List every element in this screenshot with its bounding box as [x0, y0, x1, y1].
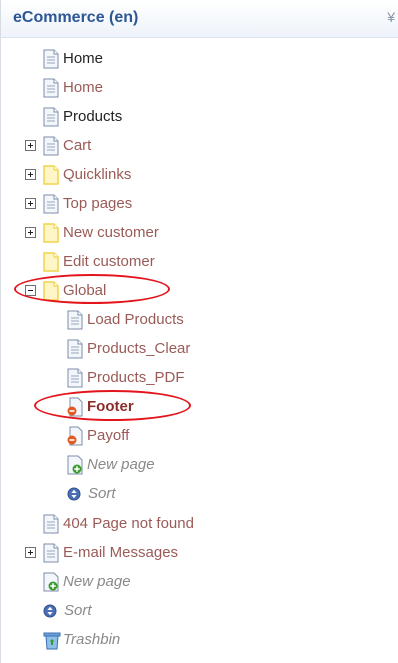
page-icon: [43, 514, 59, 534]
tree-item[interactable]: Payoff: [67, 423, 129, 449]
tree-item-label: Home: [63, 50, 104, 67]
tree-item[interactable]: Top pages: [43, 191, 132, 217]
tree-item-label: 404 Page not found: [63, 515, 194, 532]
expand-toggle-icon[interactable]: [25, 198, 36, 209]
folder-page-icon: [43, 165, 59, 185]
expand-toggle-icon[interactable]: [25, 169, 36, 180]
page-icon: [43, 49, 59, 69]
tree-item-label: Top pages: [63, 195, 133, 212]
page-icon: [43, 136, 59, 156]
tree-item-label: Load Products: [87, 311, 184, 328]
folder-page-icon: [43, 223, 59, 243]
sort-icon: [43, 604, 57, 618]
tree-item[interactable]: Sort: [67, 481, 116, 507]
highlight-ellipse-global: [14, 274, 170, 304]
tree-item-label: Products_PDF: [87, 369, 185, 386]
trashbin-icon: [43, 630, 61, 650]
error-page-icon: [67, 426, 83, 446]
tree-item-label: Edit customer: [63, 253, 155, 270]
tree-item-label: New customer: [63, 224, 159, 241]
tree-item[interactable]: New page: [67, 452, 155, 478]
tree-item[interactable]: Products_PDF: [67, 365, 185, 391]
tree-item[interactable]: Edit customer: [43, 249, 155, 275]
tree-item[interactable]: New customer: [43, 220, 159, 246]
tree-item[interactable]: Trashbin: [43, 627, 120, 653]
tree-header: eCommerce (en) ¥: [1, 0, 398, 38]
page-icon: [67, 368, 83, 388]
tree-item-label: Trashbin: [63, 631, 121, 648]
tree-item-label: New page: [63, 573, 131, 590]
page-icon: [43, 107, 59, 127]
expand-toggle-icon[interactable]: [25, 227, 36, 238]
tree-item-label: Quicklinks: [63, 166, 132, 183]
tree-item-label: New page: [87, 456, 155, 473]
tree-item-label: Payoff: [87, 427, 130, 444]
tree-item-label: Sort: [88, 485, 116, 502]
tree-item[interactable]: Products: [43, 104, 122, 130]
site-title[interactable]: eCommerce (en): [13, 9, 138, 27]
tree-item[interactable]: 404 Page not found: [43, 511, 194, 537]
collapse-icon[interactable]: ¥: [387, 10, 395, 24]
tree-item-label: E-mail Messages: [63, 544, 179, 561]
new-page-icon: [43, 572, 59, 592]
tree-item[interactable]: New page: [43, 569, 131, 595]
tree-item[interactable]: Cart: [43, 133, 91, 159]
tree-item[interactable]: E-mail Messages: [43, 540, 178, 566]
tree-item-label: Products_Clear: [87, 340, 191, 357]
tree-item-label: Cart: [63, 137, 92, 154]
tree-item[interactable]: Load Products: [67, 307, 184, 333]
tree-item[interactable]: Sort: [43, 598, 92, 624]
new-page-icon: [67, 455, 83, 475]
expand-toggle-icon[interactable]: [25, 140, 36, 151]
tree-item-label: Sort: [64, 602, 92, 619]
page-icon: [67, 339, 83, 359]
tree-item[interactable]: Home: [43, 46, 103, 72]
tree-item-label: Products: [63, 108, 123, 125]
highlight-ellipse-footer: [34, 390, 191, 421]
tree-item[interactable]: Quicklinks: [43, 162, 131, 188]
content-tree-panel: eCommerce (en) ¥ Home Home Products Cart Qui…: [0, 0, 398, 663]
page-icon: [67, 310, 83, 330]
tree-item[interactable]: Home: [43, 75, 103, 101]
page-icon: [43, 78, 59, 98]
expand-toggle-icon[interactable]: [25, 547, 36, 558]
tree-item-label: Home: [63, 79, 104, 96]
tree-item[interactable]: Products_Clear: [67, 336, 190, 362]
page-icon: [43, 543, 59, 563]
folder-page-icon: [43, 252, 59, 272]
sort-icon: [67, 487, 81, 501]
page-icon: [43, 194, 59, 214]
